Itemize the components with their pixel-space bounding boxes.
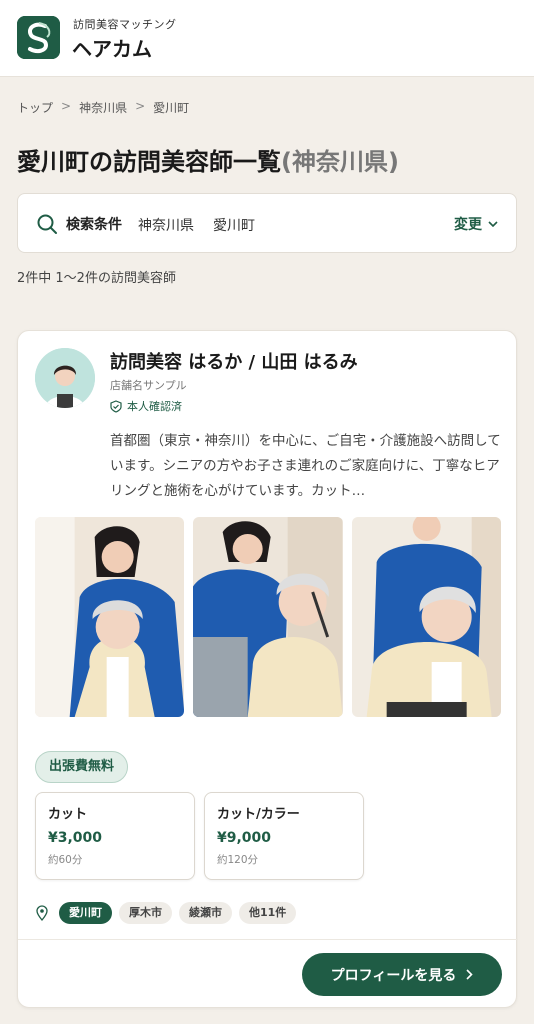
breadcrumb-separator: > xyxy=(61,99,72,113)
avatar[interactable] xyxy=(35,348,95,408)
search-prefecture: 神奈川県 xyxy=(138,218,194,234)
breadcrumb-separator: > xyxy=(135,99,146,113)
brand-name[interactable]: ヘアカム xyxy=(72,33,152,62)
service-areas: 愛川町 厚木市 綾瀬市 他11件 xyxy=(35,902,297,924)
photo-gallery xyxy=(35,517,501,717)
menu-price: ¥3,000 xyxy=(48,830,103,846)
change-label: 変更 xyxy=(454,217,482,233)
search-label: 検索条件 xyxy=(66,217,122,233)
area-chip[interactable]: 綾瀬市 xyxy=(179,902,232,924)
site-header: 訪問美容マッチング ヘアカム xyxy=(0,0,534,77)
area-more-chip[interactable]: 他11件 xyxy=(239,902,297,924)
search-city: 愛川町 xyxy=(213,218,255,234)
area-chip[interactable]: 愛川町 xyxy=(59,902,112,924)
menu-price: ¥9,000 xyxy=(217,830,272,846)
breadcrumb-top[interactable]: トップ xyxy=(17,99,53,116)
chevron-down-icon xyxy=(488,221,498,227)
verified-badge: 本人確認済 xyxy=(110,398,182,414)
page-title-main: 愛川町の訪問美容師一覧 xyxy=(17,148,281,176)
gallery-photo[interactable] xyxy=(351,517,501,717)
view-profile-label: プロフィールを見る xyxy=(330,967,457,984)
stylist-card: 訪問美容 はるか / 山田 はるみ 店舗名サンプル 本人確認済 首都圏（東京・神… xyxy=(17,330,518,1008)
shop-name: 店舗名サンプル xyxy=(110,379,187,392)
free-travel-badge: 出張費無料 xyxy=(35,751,129,783)
result-count: 2件中 1〜2件の訪問美容師 xyxy=(17,271,176,286)
gallery-photo[interactable] xyxy=(193,517,343,717)
breadcrumb-city: 愛川町 xyxy=(153,101,190,115)
menu-name: カット xyxy=(48,807,88,822)
card-divider xyxy=(18,939,518,940)
breadcrumb-prefecture[interactable]: 神奈川県 xyxy=(79,99,127,116)
menu-duration: 約120分 xyxy=(217,854,259,866)
location-pin-icon xyxy=(36,905,48,921)
breadcrumb: トップ > 神奈川県 > 愛川町 xyxy=(17,99,189,116)
menu-list: カット ¥3,000 約60分 カット/カラー ¥9,000 約120分 xyxy=(35,792,364,880)
menu-duration: 約60分 xyxy=(48,854,83,866)
change-conditions-button[interactable]: 変更 xyxy=(454,214,498,234)
verified-label: 本人確認済 xyxy=(127,400,182,413)
menu-item[interactable]: カット ¥3,000 約60分 xyxy=(35,792,195,880)
shield-check-icon xyxy=(110,399,122,413)
stylist-intro: 首都圏（東京・神奈川）を中心に、ご自宅・介護施設へ訪問しています。シニアの方やお… xyxy=(110,433,501,499)
chevron-right-icon xyxy=(466,969,473,980)
brand-tagline: 訪問美容マッチング xyxy=(73,18,177,31)
view-profile-button[interactable]: プロフィールを見る xyxy=(302,953,502,996)
search-conditions[interactable]: 検索条件 神奈川県 愛川町 変更 xyxy=(17,193,517,253)
page-title-prefecture: (神奈川県) xyxy=(281,148,399,176)
logo-icon[interactable] xyxy=(17,16,60,59)
menu-name: カット/カラー xyxy=(217,807,300,822)
area-chip[interactable]: 厚木市 xyxy=(119,902,172,924)
stylist-name[interactable]: 訪問美容 はるか / 山田 はるみ xyxy=(110,348,358,374)
search-icon xyxy=(37,214,57,234)
page-title: 愛川町の訪問美容師一覧(神奈川県) xyxy=(17,142,399,177)
gallery-photo[interactable] xyxy=(35,517,185,717)
menu-item[interactable]: カット/カラー ¥9,000 約120分 xyxy=(204,792,364,880)
